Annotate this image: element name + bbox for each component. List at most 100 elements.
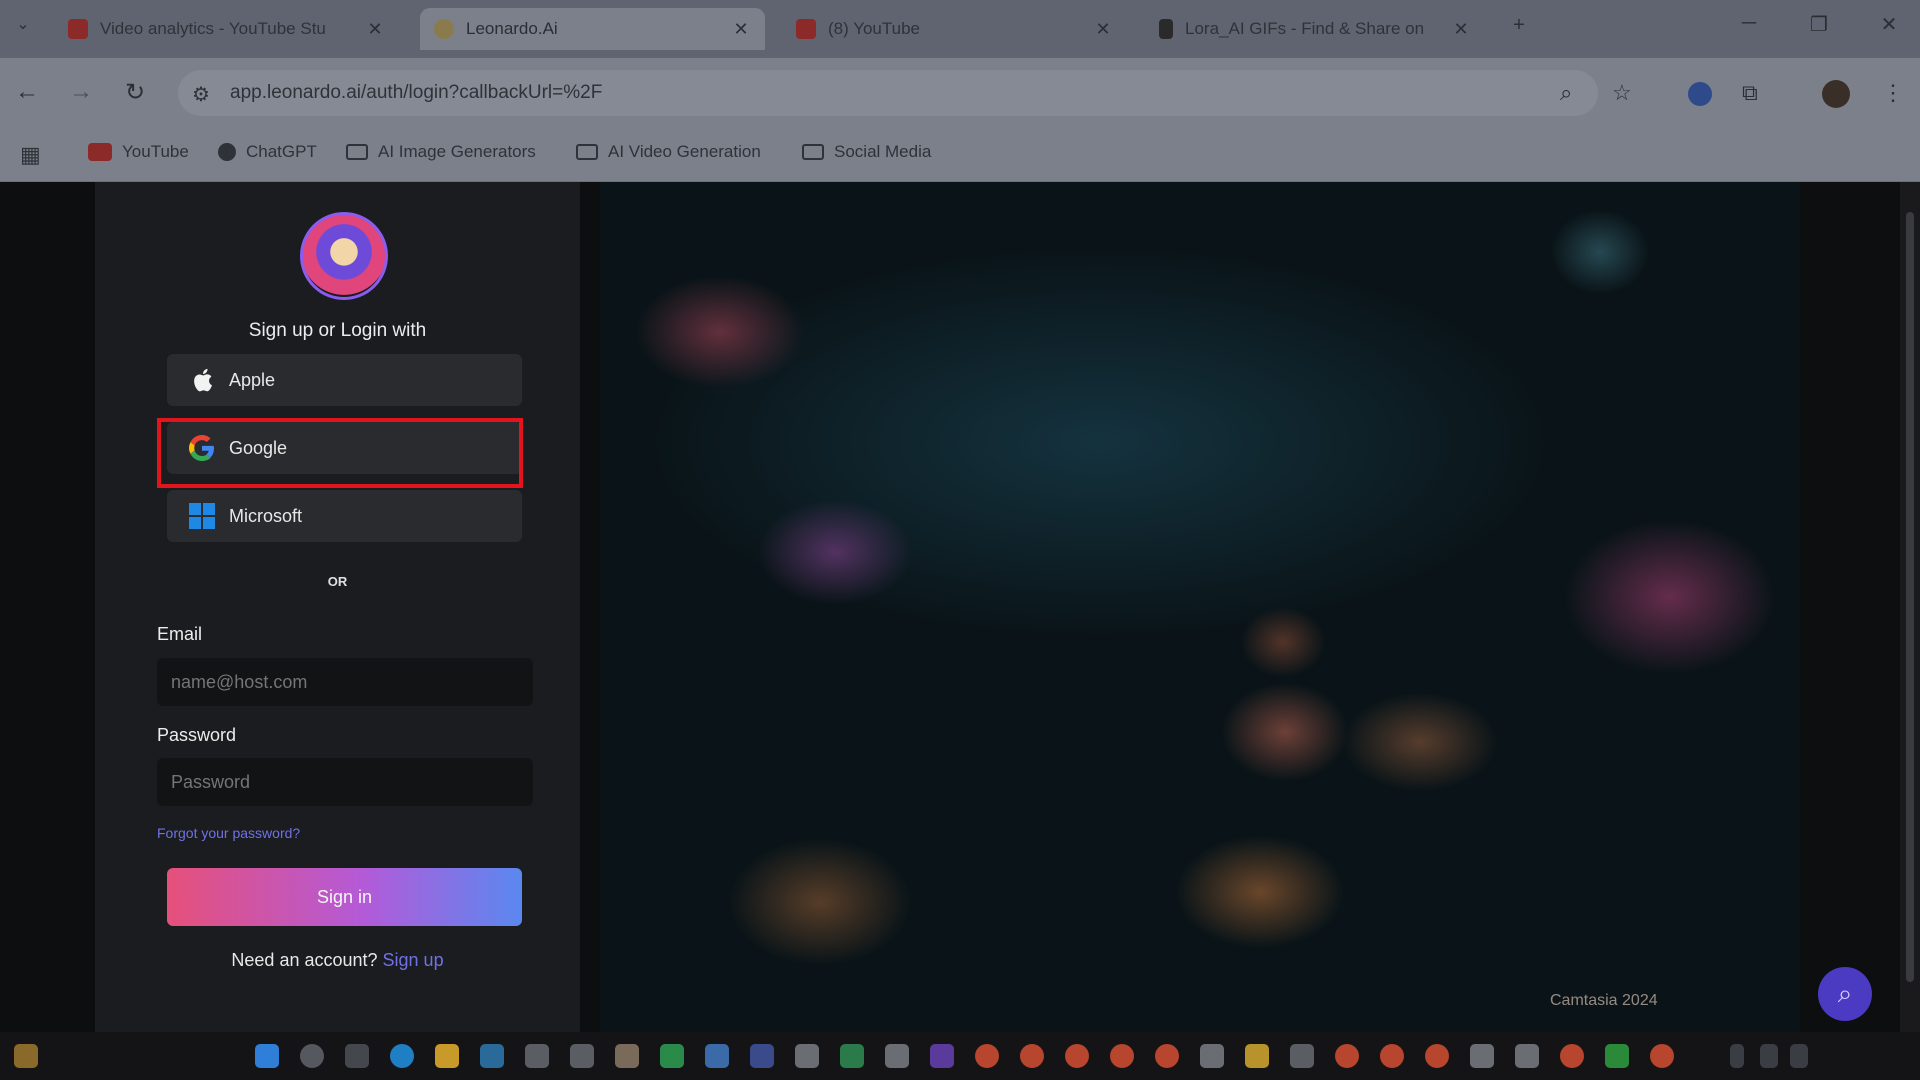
tab-video-analytics[interactable]: Video analytics - YouTube Stu ✕ (54, 8, 399, 50)
tab-lora-gifs[interactable]: Lora_AI GIFs - Find & Share on ✕ (1145, 8, 1485, 50)
network-icon[interactable] (1760, 1044, 1778, 1068)
chatgpt-icon (218, 143, 236, 161)
file-icon[interactable] (1470, 1044, 1494, 1068)
leonardo-favicon-icon (434, 19, 454, 39)
email-field[interactable] (157, 658, 533, 706)
new-tab-button[interactable]: + (1504, 14, 1534, 37)
app-icon[interactable] (1605, 1044, 1629, 1068)
extensions-puzzle-icon[interactable]: ⧉ (1742, 80, 1758, 106)
app-icon[interactable] (750, 1044, 774, 1068)
chrome-icon[interactable] (1560, 1044, 1584, 1068)
bookmark-chatgpt[interactable]: ChatGPT (218, 142, 317, 162)
file-icon[interactable] (1515, 1044, 1539, 1068)
jellyfish-hero-image (600, 182, 1800, 1032)
apple-label: Apple (229, 369, 276, 390)
file-explorer-icon[interactable] (435, 1044, 459, 1068)
folder-icon (802, 144, 824, 160)
sign-in-button[interactable]: Sign in (167, 868, 522, 926)
microsoft-login-button[interactable]: Microsoft (167, 490, 522, 542)
reload-button[interactable]: ↻ (120, 78, 150, 107)
page-scrollbar[interactable] (1900, 182, 1920, 1032)
chrome-icon[interactable] (1380, 1044, 1404, 1068)
chrome-icon[interactable] (975, 1044, 999, 1068)
minimize-button[interactable]: ─ (1734, 12, 1764, 35)
back-button[interactable]: ← (12, 78, 42, 106)
zoom-icon[interactable]: ⌕ (1560, 80, 1572, 106)
bookmark-ai-image-generators[interactable]: AI Image Generators (346, 142, 536, 162)
tab-youtube[interactable]: (8) YouTube ✕ (782, 8, 1127, 50)
close-icon[interactable]: ✕ (365, 19, 385, 40)
apple-login-button[interactable]: Apple (167, 354, 522, 406)
file-icon[interactable] (885, 1044, 909, 1068)
file-favicon-icon (1159, 19, 1173, 39)
forward-button[interactable]: → (66, 78, 96, 106)
bookmark-ai-video-generation[interactable]: AI Video Generation (576, 142, 761, 162)
app-icon[interactable] (525, 1044, 549, 1068)
extension-icon[interactable] (1688, 82, 1712, 106)
chrome-icon[interactable] (1065, 1044, 1089, 1068)
password-label: Password (157, 725, 237, 745)
app-icon[interactable] (660, 1044, 684, 1068)
widget-icon[interactable] (14, 1044, 38, 1068)
scrollbar-thumb[interactable] (1906, 212, 1914, 982)
login-heading: Sign up or Login with (248, 320, 427, 341)
close-icon[interactable]: ✕ (1451, 19, 1471, 40)
password-field[interactable] (157, 758, 533, 806)
bookmark-youtube[interactable]: YouTube (88, 142, 189, 162)
apps-grid-icon[interactable]: ▦ (20, 142, 41, 168)
app-icon[interactable] (1245, 1044, 1269, 1068)
url-text: app.leonardo.ai/auth/login?callbackUrl=%… (230, 82, 603, 103)
chrome-icon[interactable] (1650, 1044, 1674, 1068)
chrome-icon[interactable] (1155, 1044, 1179, 1068)
or-divider: OR (327, 574, 348, 589)
chrome-icon[interactable] (1110, 1044, 1134, 1068)
edge-icon[interactable] (390, 1044, 414, 1068)
store-icon[interactable] (480, 1044, 504, 1068)
bookmark-label: AI Video Generation (608, 142, 761, 161)
app-icon[interactable] (570, 1044, 594, 1068)
app-icon[interactable] (930, 1044, 954, 1068)
google-highlight-annotation (157, 418, 523, 488)
sign-up-link[interactable]: Sign up (383, 950, 444, 970)
microsoft-icon (189, 503, 215, 529)
window-close-button[interactable]: ✕ (1874, 12, 1904, 37)
profile-avatar[interactable] (1822, 80, 1850, 108)
address-bar[interactable]: ⚙ app.leonardo.ai/auth/login?callbackUrl… (178, 70, 1598, 116)
browser-toolbar: ← → ↻ ⚙ app.leonardo.ai/auth/login?callb… (0, 58, 1920, 128)
chrome-icon[interactable] (1335, 1044, 1359, 1068)
site-info-icon[interactable]: ⚙ (192, 82, 210, 107)
bookmarks-bar: ▦ YouTube ChatGPT AI Image Generators AI… (0, 128, 1920, 182)
menu-dots-icon[interactable]: ⋮ (1882, 80, 1904, 106)
close-icon[interactable]: ✕ (731, 19, 751, 40)
chrome-icon[interactable] (1425, 1044, 1449, 1068)
bookmark-label: AI Image Generators (378, 142, 536, 161)
app-icon[interactable] (1290, 1044, 1314, 1068)
page-content: Sign up or Login with Apple Google Micro… (0, 182, 1920, 1032)
bookmark-star-icon[interactable]: ☆ (1612, 80, 1632, 106)
app-icon[interactable] (615, 1044, 639, 1068)
youtube-icon (88, 143, 112, 161)
task-view-icon[interactable] (345, 1044, 369, 1068)
tab-search-chevron-icon[interactable]: ⌄ (8, 14, 38, 34)
file-icon[interactable] (795, 1044, 819, 1068)
search-icon[interactable] (300, 1044, 324, 1068)
restore-button[interactable]: ❐ (1804, 12, 1834, 37)
youtube-studio-favicon-icon (68, 19, 88, 39)
need-account-text: Need an account? Sign up (95, 950, 580, 971)
close-icon[interactable]: ✕ (1093, 19, 1113, 40)
bookmark-label: ChatGPT (246, 142, 317, 161)
forgot-password-link[interactable]: Forgot your password? (157, 825, 300, 841)
tab-leonardo[interactable]: Leonardo.Ai ✕ (420, 8, 765, 50)
app-icon[interactable] (840, 1044, 864, 1068)
file-icon[interactable] (1200, 1044, 1224, 1068)
app-icon[interactable] (705, 1044, 729, 1068)
volume-icon[interactable] (1790, 1044, 1808, 1068)
start-icon[interactable] (255, 1044, 279, 1068)
bookmark-social-media[interactable]: Social Media (802, 142, 931, 162)
bookmark-label: Social Media (834, 142, 932, 161)
chrome-icon[interactable] (1020, 1044, 1044, 1068)
tray-chevron-icon[interactable] (1730, 1044, 1744, 1068)
search-fab-button[interactable]: ⌕ (1818, 967, 1872, 1021)
folder-icon (576, 144, 598, 160)
bookmark-label: YouTube (122, 142, 189, 161)
